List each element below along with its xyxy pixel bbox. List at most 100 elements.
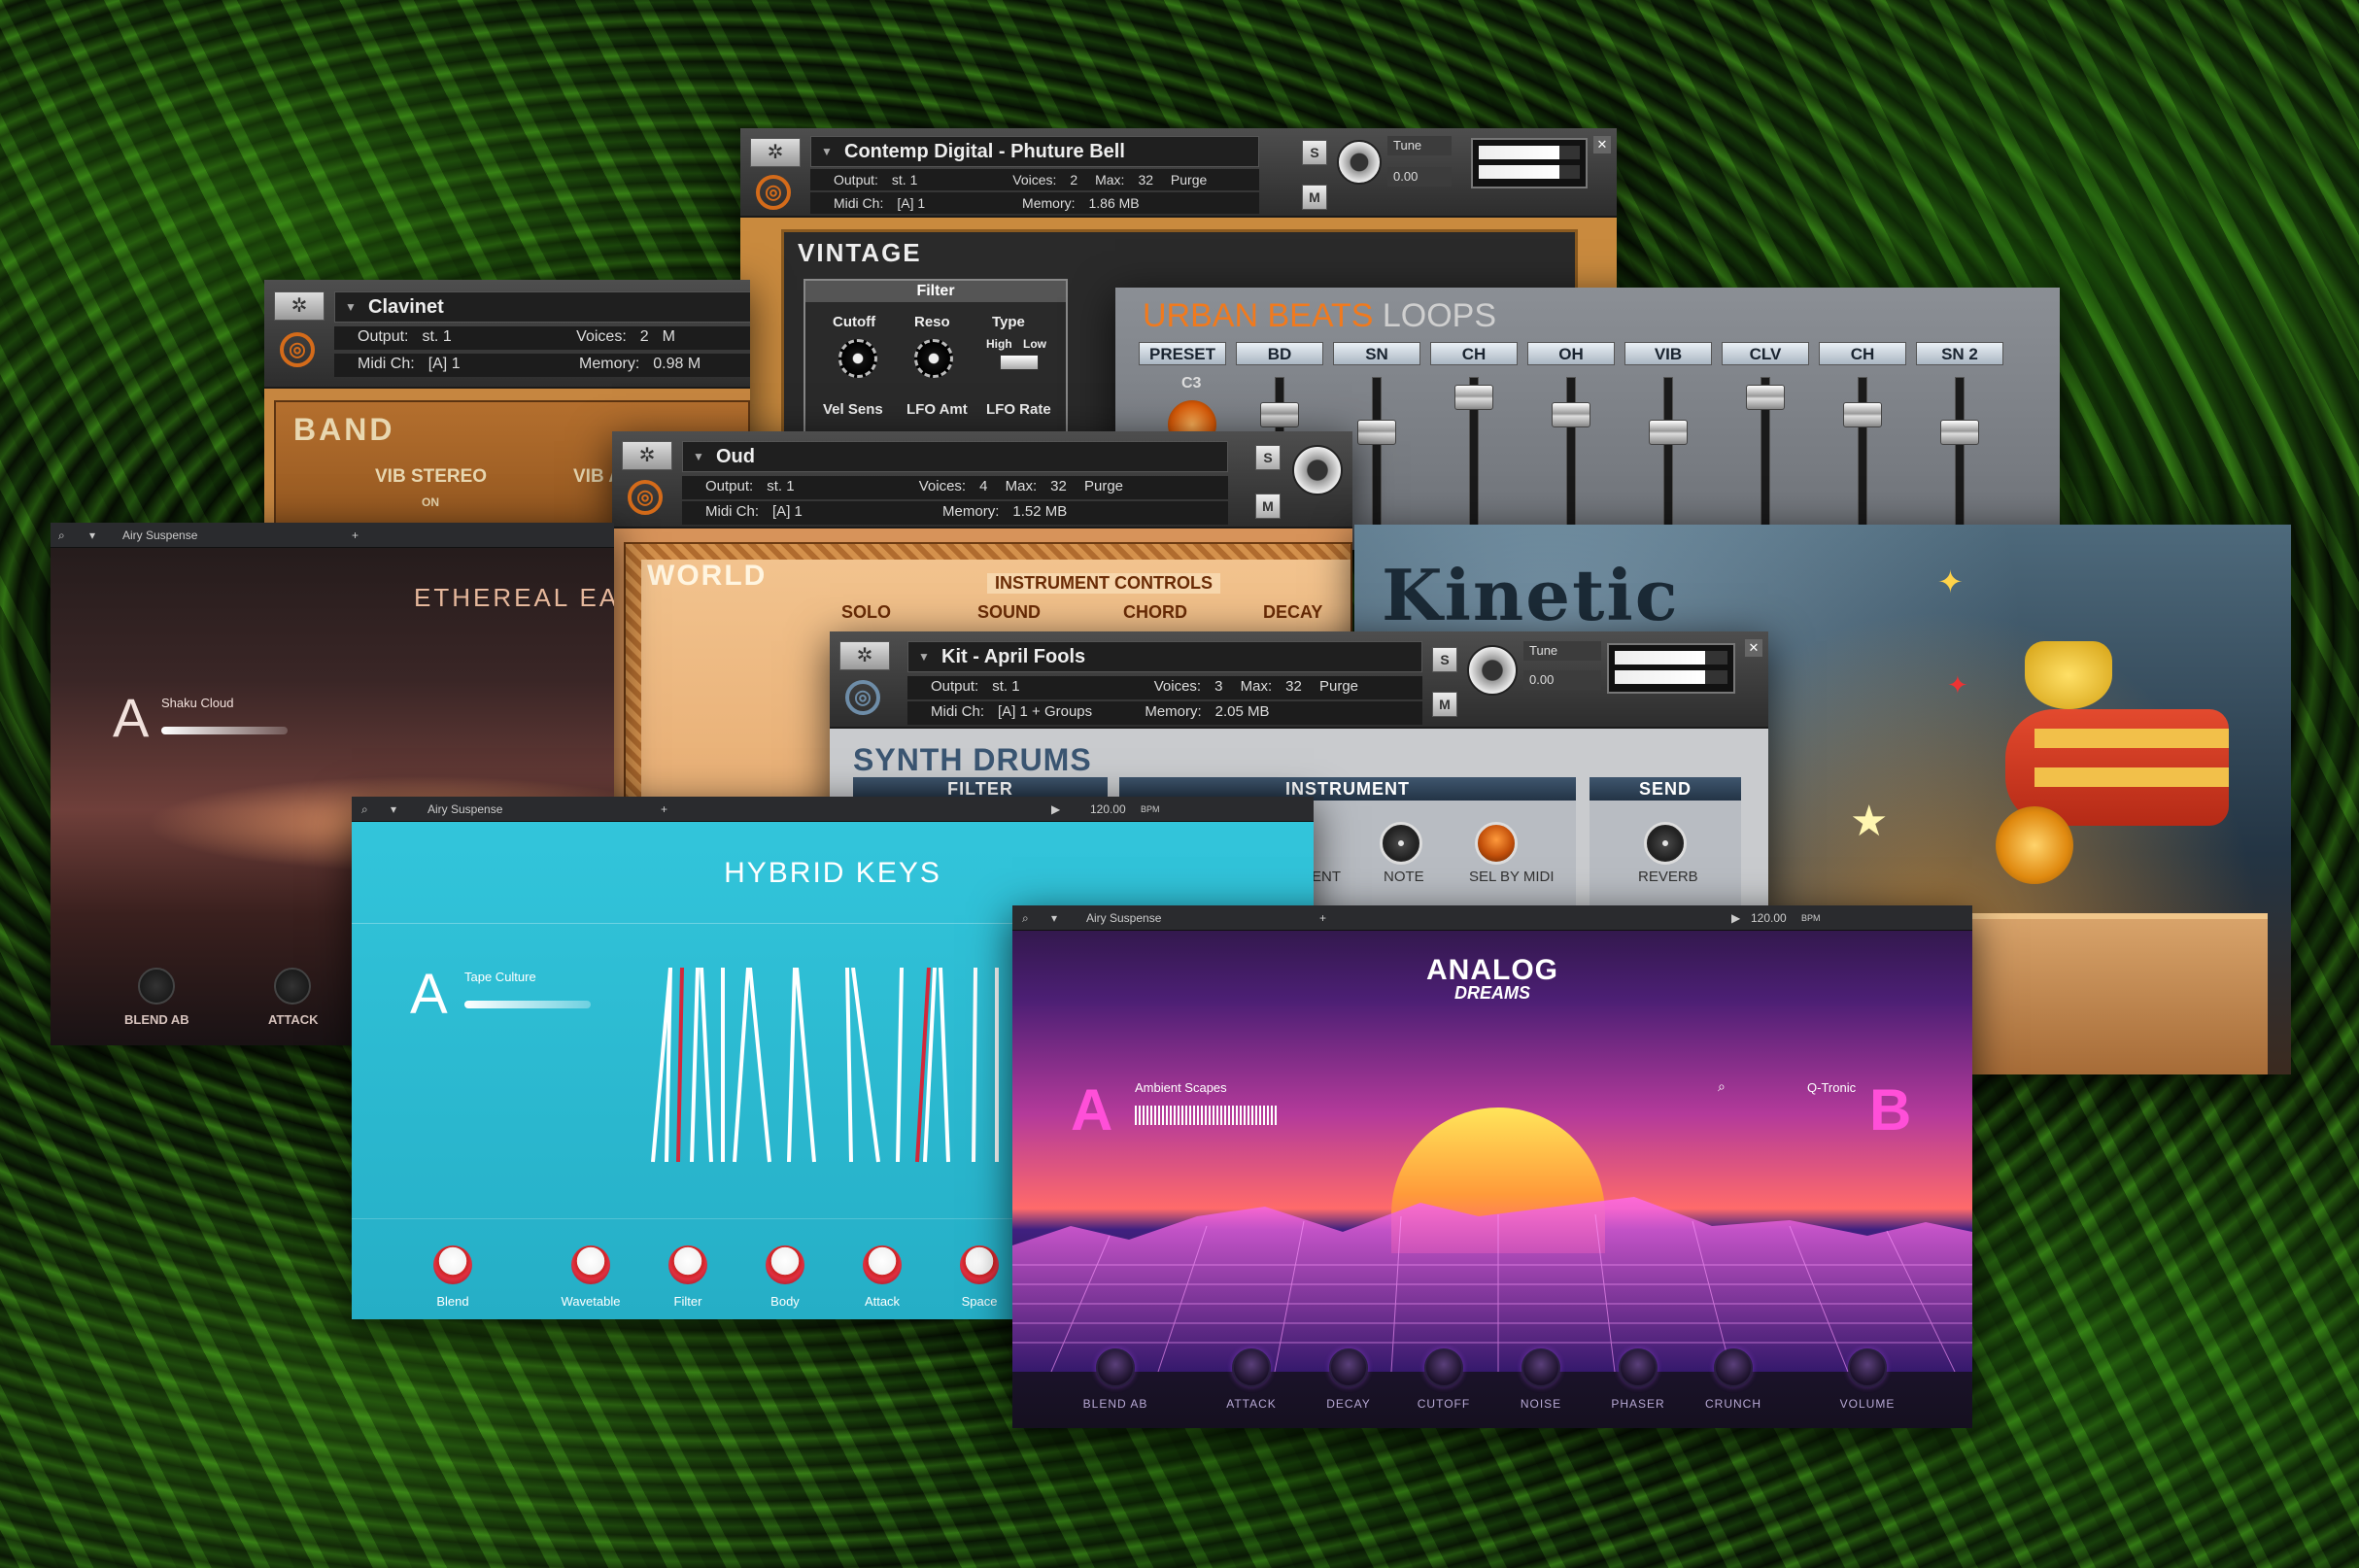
solo-button[interactable]: S (1255, 445, 1281, 470)
ni-toolbar: ⌕ ▾ Airy Suspense + ▶ 120.00 BPM (1012, 905, 1972, 931)
channel-fader[interactable] (1649, 420, 1688, 445)
channel-fader[interactable] (1940, 420, 1979, 445)
knob-attack[interactable] (1232, 1348, 1271, 1387)
midi-row[interactable]: Midi Ch: [A] 1 Memory: 0.98 M (334, 354, 750, 377)
tune-value: 0.00 (1387, 167, 1452, 187)
instrument-name[interactable]: Oud (682, 441, 1228, 472)
sound-name[interactable]: Tape Culture (464, 970, 536, 984)
tempo-value[interactable]: 120.00 (1751, 905, 1787, 931)
midi-row[interactable]: Midi Ch: [A] 1 + Groups Memory: 2.05 MB (907, 701, 1422, 725)
preset-name[interactable]: Airy Suspense (1086, 905, 1161, 931)
tab-chord[interactable]: CHORD (1123, 602, 1187, 623)
mute-button[interactable]: M (1302, 185, 1327, 210)
output-row[interactable]: Output: st. 1 Voices: 3 Max: 32 Purge (907, 676, 1422, 699)
output-row[interactable]: Output: st. 1 Voices: 4 Max: 32 Purge (682, 476, 1228, 499)
section-title: BAND (293, 412, 395, 447)
tempo-value[interactable]: 120.00 (1090, 797, 1126, 822)
play-icon[interactable]: ▶ (1731, 905, 1740, 931)
waveform (161, 727, 288, 734)
output-row[interactable]: Output: st. 1 Voices: 2 Max: 32 Purge (810, 169, 1259, 190)
knob-label: CRUNCH (1705, 1397, 1761, 1411)
knob-decay[interactable] (1329, 1348, 1368, 1387)
reso-knob[interactable] (914, 339, 953, 378)
chevron-down-icon[interactable]: ▾ (89, 523, 95, 548)
sound-letter: A (113, 687, 150, 748)
knob-blend[interactable] (433, 1245, 472, 1284)
type-switch[interactable] (1000, 355, 1039, 370)
chevron-down-icon[interactable]: ▾ (1051, 905, 1057, 931)
knob-volume[interactable] (1848, 1348, 1887, 1387)
knob-label: VOLUME (1839, 1397, 1896, 1411)
channel-fader[interactable] (1843, 402, 1882, 427)
search-icon[interactable]: ⌕ (361, 797, 368, 822)
ni-toolbar: ⌕ ▾ Airy Suspense + (51, 523, 614, 548)
knob-label: Wavetable (561, 1294, 621, 1309)
gear-icon[interactable]: ✲ (622, 441, 672, 470)
tab-solo[interactable]: SOLO (841, 602, 891, 623)
sound-name-b[interactable]: Q-Tronic (1807, 1080, 1856, 1095)
reverb-knob[interactable] (1644, 822, 1687, 865)
knob-attack[interactable] (863, 1245, 902, 1284)
kinetic-title: Kinetic (1382, 554, 1680, 636)
play-icon[interactable]: ▶ (1051, 797, 1060, 822)
knob-wavetable[interactable] (571, 1245, 610, 1284)
knob-phaser[interactable] (1619, 1348, 1658, 1387)
sound-letter: A (410, 963, 448, 1026)
knob-attack[interactable] (274, 968, 311, 1005)
instrument-name[interactable]: Clavinet (334, 291, 750, 323)
sel-by-midi-button[interactable] (1475, 822, 1518, 865)
sound-name[interactable]: Shaku Cloud (161, 696, 233, 710)
knob-crunch[interactable] (1714, 1348, 1753, 1387)
search-icon[interactable]: ⌕ (1718, 1078, 1726, 1095)
plus-icon[interactable]: + (1319, 905, 1326, 931)
instrument-name[interactable]: Kit - April Fools (907, 641, 1422, 672)
kontakt-logo: ◎ (845, 680, 880, 715)
plus-icon[interactable]: + (661, 797, 667, 822)
sound-name-a[interactable]: Ambient Scapes (1135, 1080, 1227, 1095)
channel-header-6: CLV (1722, 342, 1809, 365)
solo-button[interactable]: S (1302, 140, 1327, 165)
mute-button[interactable]: M (1255, 494, 1281, 519)
gear-icon[interactable]: ✲ (274, 291, 325, 321)
solo-button[interactable]: S (1432, 647, 1457, 672)
preset-name[interactable]: Airy Suspense (122, 523, 197, 548)
channel-fader[interactable] (1454, 385, 1493, 410)
channel-fader[interactable] (1746, 385, 1785, 410)
plus-icon[interactable]: + (352, 523, 359, 548)
knob-noise[interactable] (1521, 1348, 1560, 1387)
knob-space[interactable] (960, 1245, 999, 1284)
output-row[interactable]: Output: st. 1 Voices: 2 M (334, 326, 750, 350)
level-meter (1607, 643, 1735, 694)
close-icon[interactable]: ✕ (1593, 136, 1611, 153)
midi-row[interactable]: Midi Ch: [A] 1 Memory: 1.86 MB (810, 192, 1259, 214)
mute-button[interactable]: M (1432, 692, 1457, 717)
tune-knob[interactable] (1337, 140, 1382, 185)
tab-sound[interactable]: SOUND (977, 602, 1041, 623)
channel-header-7: CH (1819, 342, 1906, 365)
close-icon[interactable]: ✕ (1745, 639, 1762, 657)
fader-track (1663, 377, 1673, 542)
knob-body[interactable] (766, 1245, 804, 1284)
channel-fader[interactable] (1552, 402, 1590, 427)
gear-icon[interactable]: ✲ (839, 641, 890, 670)
cutoff-knob[interactable] (838, 339, 877, 378)
midi-row[interactable]: Midi Ch: [A] 1 Memory: 1.52 MB (682, 501, 1228, 525)
gear-icon[interactable]: ✲ (750, 138, 801, 167)
search-icon[interactable]: ⌕ (1022, 905, 1029, 931)
send-header: SEND (1590, 777, 1741, 801)
section-title: WORLD (647, 560, 768, 592)
chevron-down-icon[interactable]: ▾ (391, 797, 396, 822)
preset-name[interactable]: Airy Suspense (427, 797, 502, 822)
instrument-name[interactable]: Contemp Digital - Phuture Bell (810, 136, 1259, 167)
tab-decay[interactable]: DECAY (1263, 602, 1322, 623)
knob-cutoff[interactable] (1424, 1348, 1463, 1387)
knob-blend-ab[interactable] (1096, 1348, 1135, 1387)
channel-fader[interactable] (1357, 420, 1396, 445)
note-knob[interactable] (1380, 822, 1422, 865)
tune-knob[interactable] (1467, 645, 1518, 696)
knob-filter[interactable] (668, 1245, 707, 1284)
channel-fader[interactable] (1260, 402, 1299, 427)
search-icon[interactable]: ⌕ (58, 523, 65, 548)
tune-knob[interactable] (1292, 445, 1343, 495)
knob-blend-ab[interactable] (138, 968, 175, 1005)
